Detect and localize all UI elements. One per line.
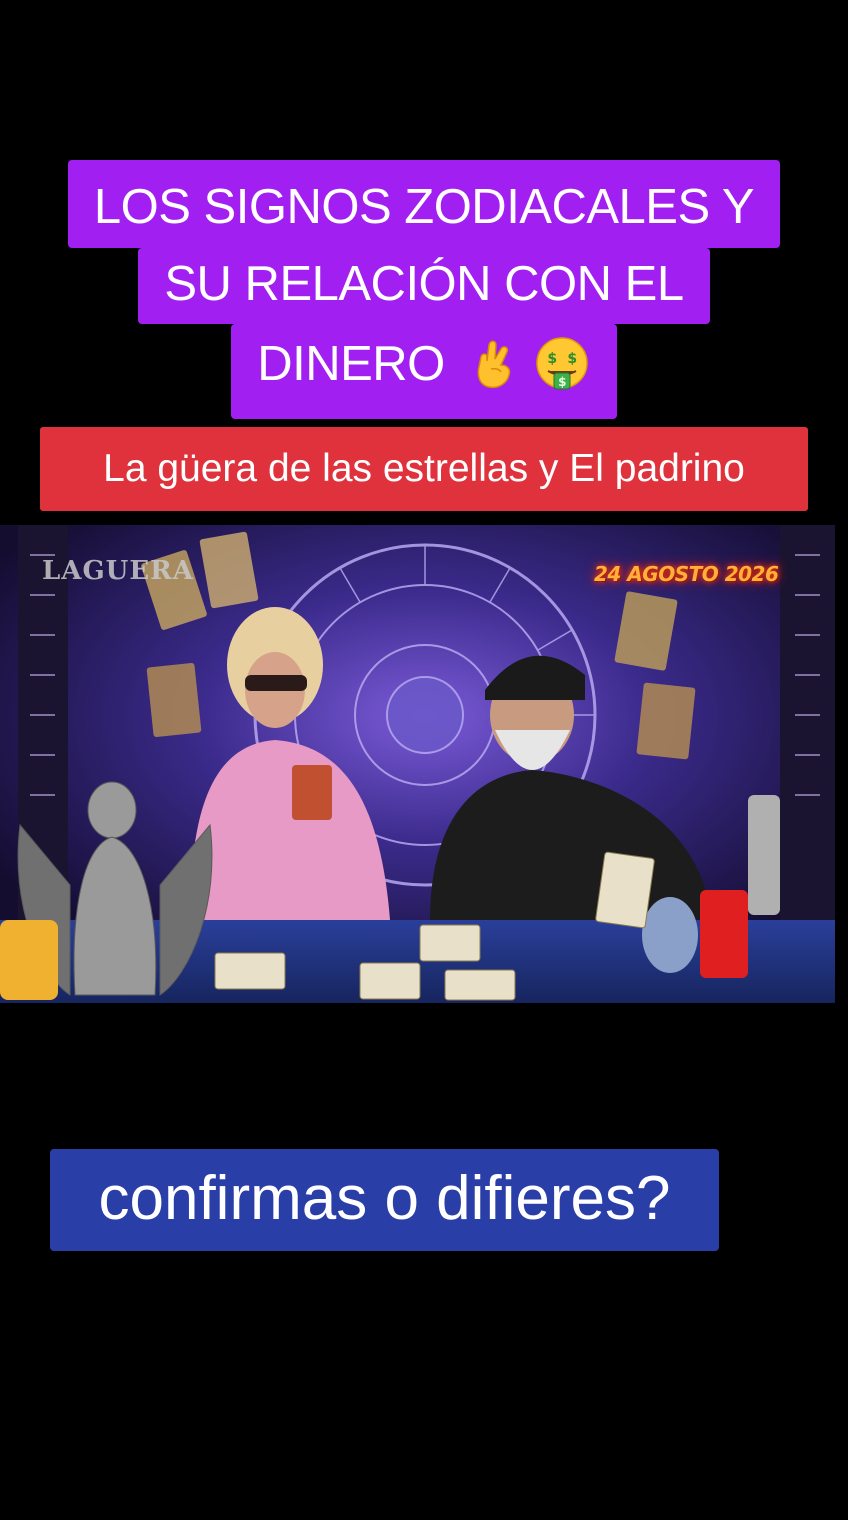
title-line-3: DINERO bbox=[257, 337, 445, 391]
caption-banner: confirmas o difieres? bbox=[50, 1149, 719, 1251]
video-frame[interactable] bbox=[0, 525, 848, 1003]
svg-text:$: $ bbox=[547, 351, 556, 367]
money-mouth-face-icon: $ $ $ bbox=[533, 335, 591, 393]
title-block: LOS SIGNOS ZODIACALES Y SU RELACIÓN CON … bbox=[0, 160, 848, 419]
crossed-fingers-icon bbox=[467, 335, 525, 393]
title-line-1: LOS SIGNOS ZODIACALES Y bbox=[67, 160, 781, 248]
video-date-stamp: 24 AGOSTO 2026 bbox=[594, 562, 779, 586]
title-line-2: SU RELACIÓN CON EL bbox=[138, 248, 710, 324]
svg-text:$: $ bbox=[567, 351, 576, 367]
title-line-3-wrap: DINERO $ $ $ bbox=[231, 324, 617, 419]
subtitle-banner: La güera de las estrellas y El padrino bbox=[40, 427, 808, 511]
svg-text:$: $ bbox=[558, 375, 566, 389]
video-brand-mark: LAGUERA bbox=[42, 556, 194, 586]
